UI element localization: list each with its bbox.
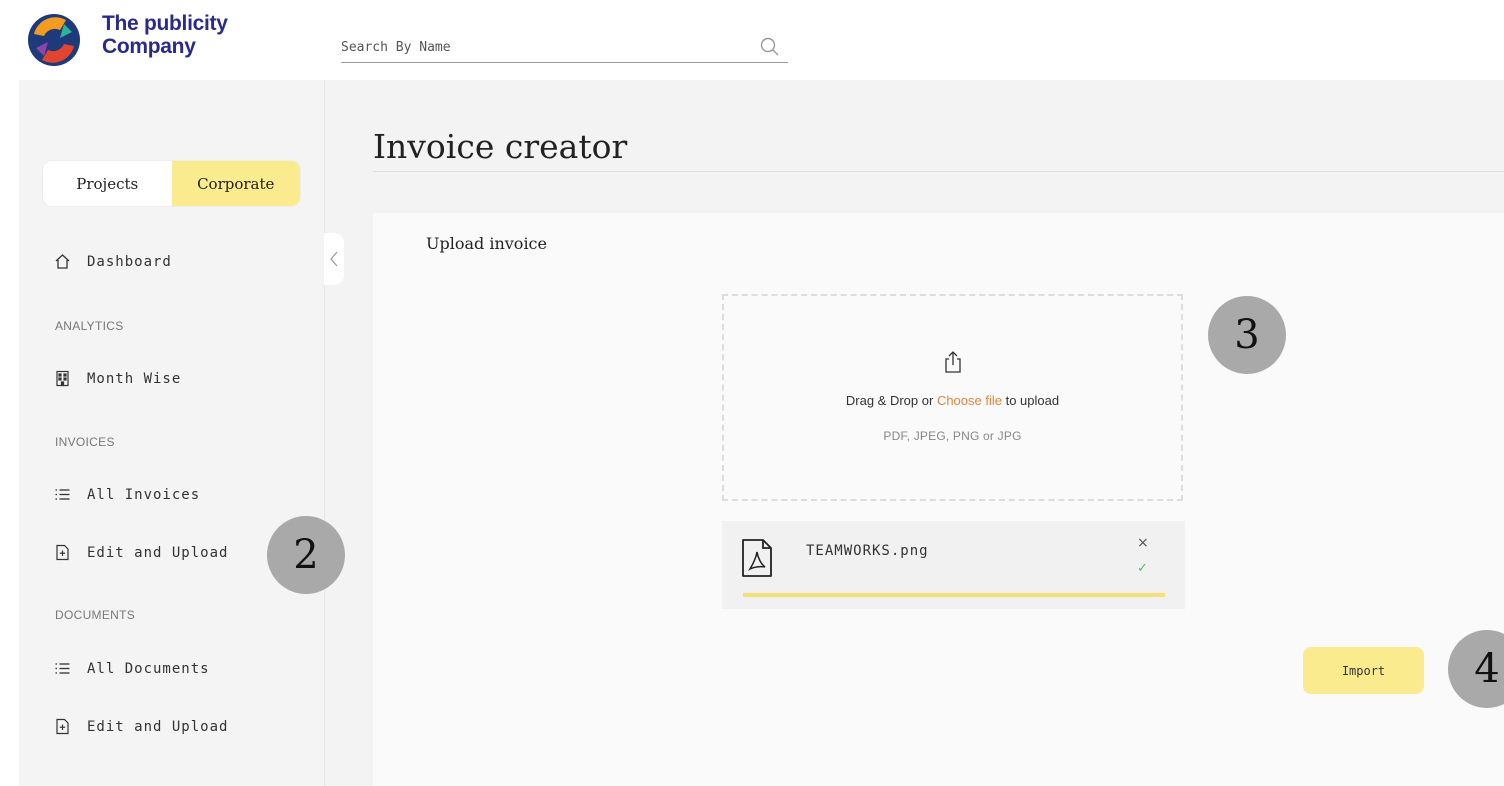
- dropzone-text-after: to upload: [1001, 393, 1060, 408]
- sidebar: Projects Corporate Dashboard ANALYTICS M…: [19, 80, 325, 786]
- step-marker-2: 2: [267, 516, 345, 594]
- upload-progress-fill: [743, 593, 1165, 597]
- search-icon[interactable]: [758, 36, 780, 58]
- brand-line-2: Company: [102, 35, 196, 58]
- section-label-invoices: INVOICES: [55, 435, 115, 449]
- file-plus-icon: [56, 544, 69, 561]
- section-label-analytics: ANALYTICS: [55, 319, 124, 333]
- sidebar-item-document-edit-upload[interactable]: Edit and Upload: [54, 718, 228, 735]
- search-input[interactable]: [341, 34, 741, 60]
- sidebar-item-label: All Documents: [87, 660, 210, 677]
- step-marker-3: 3: [1208, 296, 1286, 374]
- upload-icon: [945, 351, 961, 373]
- page-title: Invoice creator: [373, 127, 628, 166]
- search-bar: [341, 34, 788, 63]
- remove-file-button[interactable]: ×: [1137, 535, 1149, 551]
- accepted-formats: PDF, JPEG, PNG or JPG: [883, 429, 1022, 443]
- brand-line-1: The publicity: [102, 12, 228, 35]
- chevron-left-icon: [330, 251, 338, 267]
- sidebar-item-dashboard[interactable]: Dashboard: [54, 253, 172, 270]
- sidebar-item-label: Edit and Upload: [87, 544, 229, 561]
- toggle-projects[interactable]: Projects: [43, 161, 172, 206]
- section-label-documents: DOCUMENTS: [55, 608, 136, 622]
- file-name: TEAMWORKS.png: [806, 543, 929, 559]
- sidebar-item-invoice-edit-upload[interactable]: Edit and Upload: [54, 544, 228, 561]
- sidebar-collapse-button[interactable]: [324, 233, 344, 285]
- upload-progress-bar: [743, 593, 1165, 597]
- home-icon: [55, 254, 70, 269]
- title-divider: [373, 171, 1504, 172]
- sidebar-item-month-wise[interactable]: Month Wise: [54, 370, 181, 387]
- brand-name[interactable]: The publicity Company: [102, 12, 228, 58]
- import-button[interactable]: Import: [1303, 647, 1424, 694]
- file-plus-icon: [56, 718, 69, 735]
- toggle-corporate[interactable]: Corporate: [171, 161, 300, 206]
- workspace-toggle: Projects Corporate: [42, 160, 301, 207]
- dropzone-instructions: Drag & Drop or Choose file to upload: [722, 393, 1183, 408]
- sidebar-item-label: Month Wise: [87, 370, 182, 387]
- sidebar-item-label: Dashboard: [87, 253, 172, 270]
- logo-icon[interactable]: [26, 12, 82, 68]
- building-icon: [56, 370, 69, 387]
- dropzone-text-before: Drag & Drop or: [845, 393, 937, 408]
- sidebar-item-all-invoices[interactable]: All Invoices: [54, 486, 200, 503]
- sidebar-item-label: All Invoices: [87, 486, 201, 503]
- pdf-file-icon: [742, 539, 772, 577]
- list-icon: [55, 663, 70, 674]
- sidebar-item-label: Edit and Upload: [87, 718, 229, 735]
- sidebar-item-all-documents[interactable]: All Documents: [54, 660, 210, 677]
- card-title: Upload invoice: [426, 234, 547, 253]
- upload-success-icon: ✓: [1137, 561, 1148, 576]
- choose-file-link[interactable]: Choose file: [937, 393, 1002, 408]
- top-header: The publicity Company: [0, 0, 1504, 80]
- list-icon: [55, 489, 70, 500]
